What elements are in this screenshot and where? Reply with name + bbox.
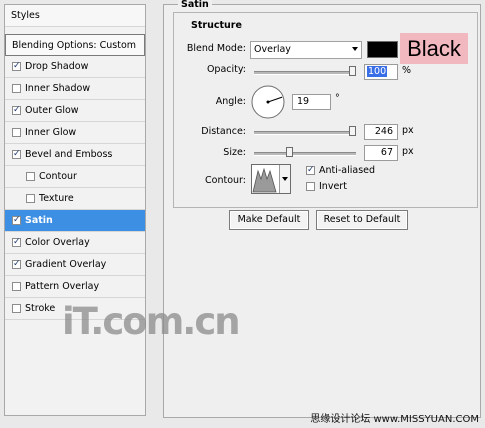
color-swatch[interactable]	[367, 41, 398, 58]
distance-slider-thumb[interactable]	[349, 126, 356, 136]
blend-mode-select[interactable]: Overlay	[250, 41, 362, 59]
blending-options-item[interactable]: Blending Options: Custom	[5, 34, 145, 56]
style-item-label: Pattern Overlay	[25, 281, 100, 292]
style-item-label: Gradient Overlay	[25, 259, 107, 270]
logo-watermark: iT.com.cn	[62, 300, 241, 343]
contour-label: Contour:	[205, 175, 246, 186]
styles-header-label: Styles	[11, 10, 40, 21]
style-item-checkbox[interactable]	[12, 236, 21, 248]
footer-watermark: 思缘设计论坛 www.MISSYUAN.COM	[310, 414, 479, 425]
style-item-gradient-overlay[interactable]: Gradient Overlay	[5, 254, 145, 276]
size-unit: px	[402, 146, 414, 157]
style-item-label: Color Overlay	[25, 237, 90, 248]
structure-title: Structure	[188, 20, 245, 31]
distance-slider[interactable]	[254, 131, 356, 135]
make-default-button[interactable]: Make Default	[229, 210, 309, 230]
anti-aliased-label: Anti-aliased	[319, 165, 376, 176]
invert-label: Invert	[319, 181, 347, 192]
style-item-bevel-and-emboss[interactable]: Bevel and Emboss	[5, 144, 145, 166]
distance-value: 246	[374, 126, 393, 137]
style-item-checkbox[interactable]	[12, 214, 21, 226]
style-item-checkbox[interactable]	[12, 258, 21, 270]
opacity-slider-thumb[interactable]	[349, 66, 356, 76]
invert-check[interactable]	[306, 182, 315, 191]
reset-to-default-button[interactable]: Reset to Default	[316, 210, 408, 230]
satin-title: Satin	[178, 0, 212, 10]
opacity-input[interactable]: 100	[364, 64, 398, 80]
style-item-texture[interactable]: Texture	[5, 188, 145, 210]
chevron-down-icon	[352, 47, 358, 51]
style-item-checkbox[interactable]	[12, 104, 21, 116]
style-item-checkbox[interactable]	[12, 282, 21, 291]
contour-curve-icon	[252, 167, 277, 193]
angle-value: 19	[297, 96, 310, 107]
styles-header[interactable]: Styles	[5, 5, 145, 27]
angle-label: Angle:	[215, 96, 246, 107]
blending-options-label: Blending Options: Custom	[12, 39, 137, 51]
contour-dropdown-button[interactable]	[279, 165, 290, 193]
style-item-label: Contour	[39, 171, 77, 182]
style-item-checkbox[interactable]	[12, 304, 21, 313]
style-item-label: Outer Glow	[25, 105, 79, 116]
style-item-inner-glow[interactable]: Inner Glow	[5, 122, 145, 144]
style-item-label: Bevel and Emboss	[25, 149, 113, 160]
anti-aliased-check[interactable]	[306, 164, 315, 176]
style-item-checkbox[interactable]	[12, 84, 21, 93]
style-item-checkbox[interactable]	[26, 194, 35, 203]
contour-picker[interactable]	[251, 164, 291, 194]
size-label: Size:	[223, 147, 246, 158]
color-annotation: Black	[400, 33, 468, 64]
angle-dial[interactable]	[250, 84, 286, 120]
opacity-label: Opacity:	[206, 64, 246, 75]
invert-checkbox[interactable]: Invert	[306, 181, 347, 192]
style-item-label: Texture	[39, 193, 74, 204]
style-item-checkbox[interactable]	[26, 172, 35, 181]
style-item-label: Stroke	[25, 303, 56, 314]
size-value: 67	[380, 147, 393, 158]
style-item-label: Satin	[25, 215, 53, 226]
distance-input[interactable]: 246	[364, 124, 398, 140]
opacity-value: 100	[367, 66, 388, 77]
chevron-down-icon	[282, 177, 288, 181]
opacity-slider[interactable]	[254, 71, 356, 75]
style-item-checkbox[interactable]	[12, 128, 21, 137]
blend-mode-label: Blend Mode:	[186, 43, 246, 54]
angle-input[interactable]: 19	[292, 94, 331, 110]
opacity-unit: %	[402, 65, 412, 76]
size-input[interactable]: 67	[364, 145, 398, 161]
style-item-label: Inner Shadow	[25, 83, 91, 94]
style-item-satin[interactable]: Satin	[5, 210, 145, 232]
anti-aliased-checkbox[interactable]: Anti-aliased	[306, 164, 376, 176]
style-item-checkbox[interactable]	[12, 148, 21, 160]
blend-mode-value: Overlay	[254, 44, 291, 55]
styles-list-panel: Styles Blending Options: Custom Drop Sha…	[4, 4, 146, 416]
style-item-color-overlay[interactable]: Color Overlay	[5, 232, 145, 254]
style-item-contour[interactable]: Contour	[5, 166, 145, 188]
distance-unit: px	[402, 125, 414, 136]
style-item-inner-shadow[interactable]: Inner Shadow	[5, 78, 145, 100]
size-slider-thumb[interactable]	[286, 147, 294, 157]
style-item-outer-glow[interactable]: Outer Glow	[5, 100, 145, 122]
style-item-pattern-overlay[interactable]: Pattern Overlay	[5, 276, 145, 298]
style-item-drop-shadow[interactable]: Drop Shadow	[5, 56, 145, 78]
size-slider[interactable]	[254, 152, 356, 156]
distance-label: Distance:	[201, 126, 246, 137]
style-item-label: Drop Shadow	[25, 61, 89, 72]
style-item-checkbox[interactable]	[12, 60, 21, 72]
style-item-label: Inner Glow	[25, 127, 77, 138]
degree-unit: °	[335, 93, 340, 104]
